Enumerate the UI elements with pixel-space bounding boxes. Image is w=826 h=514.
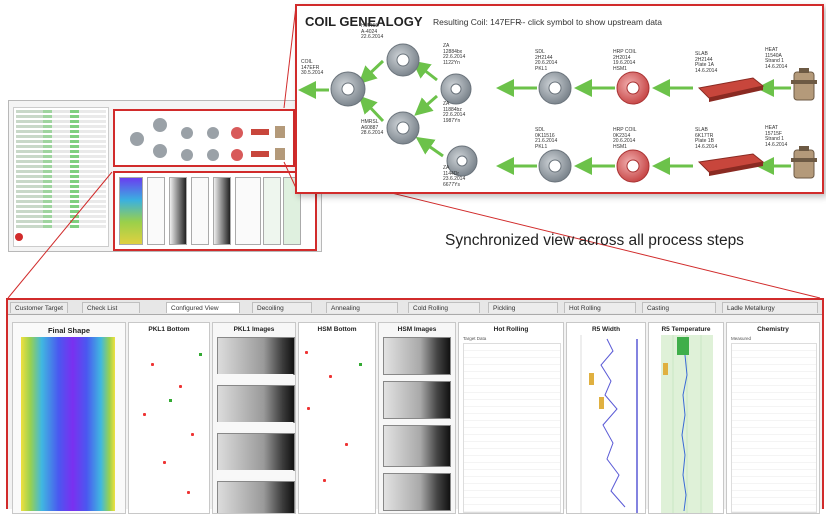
process-step-tabs: Customer Target Check List Configured Vi… (8, 300, 822, 315)
panel-title: HSM Images (397, 326, 437, 333)
hsm-images-panel: HSM Images (378, 322, 456, 514)
coil-icon[interactable] (385, 42, 421, 78)
defect-image[interactable] (383, 425, 451, 467)
coil-icon[interactable] (385, 110, 421, 146)
hot-coil-icon[interactable] (615, 70, 651, 106)
image-caption (217, 470, 293, 479)
overview-strip (169, 177, 187, 245)
tab-casting[interactable]: Casting (642, 302, 716, 313)
overview-genealogy-highlight[interactable] (113, 109, 295, 167)
tab-configured-view[interactable]: Configured View (166, 302, 240, 313)
hot-coil-icon[interactable] (615, 148, 651, 184)
coil-label: ZA 12884bx 22.6.2014 1122Yn (443, 43, 466, 66)
ladle-icon[interactable] (791, 146, 817, 182)
coil-label: HEAT 15715F Strand 1 14.6.2014 (765, 125, 788, 148)
panel-title: R5 Width (591, 326, 621, 333)
panel-subtitle: Target Data (463, 336, 487, 341)
image-caption (217, 422, 293, 431)
overview-views-highlight[interactable] (113, 171, 317, 251)
defect-image[interactable] (217, 481, 295, 513)
tab-customer-target[interactable]: Customer Target (10, 302, 68, 313)
overview-strip (213, 177, 231, 245)
defect-image[interactable] (383, 473, 451, 511)
overview-genealogy-thumbnail (130, 118, 285, 161)
panel-title: PKL1 Bottom (148, 326, 190, 333)
synchronized-view-panel: Customer Target Check List Configured Vi… (6, 298, 824, 514)
panel-title: HSM Bottom (317, 326, 357, 333)
coil-label: HMRSL A-4024 22.6.2014 (361, 23, 384, 41)
r5-width-panel: R5 Width (566, 322, 646, 514)
panel-title: Final Shape (47, 326, 91, 335)
overview-strip (147, 177, 165, 245)
defect-image[interactable] (217, 337, 295, 375)
tab-hot-rolling[interactable]: Hot Rolling (564, 302, 636, 313)
coil-label: SDL 0K11516 21.6.2014 PKL1 (535, 127, 558, 150)
defect-image[interactable] (383, 337, 451, 375)
coil-icon[interactable] (537, 148, 573, 184)
chemistry-table (731, 343, 817, 513)
coil-icon[interactable] (537, 70, 573, 106)
image-caption (217, 374, 293, 383)
chemistry-panel: Chemistry Measured (726, 322, 820, 514)
tab-check-list[interactable]: Check List (82, 302, 140, 313)
panel-title: PKL1 Images (233, 326, 275, 333)
logo-icon (15, 233, 23, 241)
tab-pickling[interactable]: Pickling (488, 302, 558, 313)
coil-label: ZA 11884bz 22.6.2014 1987Yn (443, 101, 466, 124)
slab-icon[interactable] (695, 74, 765, 102)
tab-annealing[interactable]: Annealing (326, 302, 398, 313)
tab-ladle-metallurgy[interactable]: Ladle Metallurgy (722, 302, 818, 313)
final-shape-panel: Final Shape (12, 322, 126, 514)
coil-label: HRP COIL 2H2014 19.6.2014 HSM1 (613, 49, 637, 72)
hot-rolling-panel: Hot Rolling Target Data (458, 322, 564, 514)
coil-label: SDL 2H2144 20.6.2014 PKL1 (535, 49, 558, 72)
overview-screenshot (8, 100, 322, 252)
panel-subtitle: Measured (731, 336, 752, 341)
tab-cold-rolling[interactable]: Cold Rolling (408, 302, 480, 313)
defect-image[interactable] (217, 433, 295, 471)
coil-genealogy-panel: COIL GENEALOGY Resulting Coil: 147EFR --… (295, 4, 824, 194)
panel-title: Chemistry (757, 326, 789, 333)
overview-strip (235, 177, 261, 245)
overview-shape-strip (119, 177, 143, 245)
coil-label: HRP COIL 0K2314 20.6.2014 HSM1 (613, 127, 637, 150)
coil-label: HMRSL A60887 28.6.2014 (361, 119, 384, 137)
defect-image[interactable] (217, 385, 295, 423)
r5-width-plot[interactable] (567, 335, 645, 513)
coil-label: COIL 147EFR 30.5.2014 (301, 59, 324, 77)
coil-icon[interactable] (329, 70, 367, 108)
overview-data-grid (13, 107, 109, 247)
coil-label: ZA 1144Dr 23.6.2014 6677Ys (443, 165, 466, 188)
ladle-icon[interactable] (791, 68, 817, 104)
pkl1-bottom-panel: PKL1 Bottom (128, 322, 210, 514)
panel-title: Hot Rolling (493, 326, 529, 333)
hot-rolling-table (463, 343, 561, 513)
overview-strip (191, 177, 209, 245)
slab-icon[interactable] (695, 152, 765, 180)
defect-image[interactable] (383, 381, 451, 419)
r5-temperature-panel: R5 Temperature (648, 322, 724, 514)
hsm-bottom-panel: HSM Bottom (298, 322, 376, 514)
shape-heatmap[interactable] (21, 337, 115, 511)
pkl1-images-panel: PKL1 Images (212, 322, 296, 514)
tab-decoiling[interactable]: Decoiling (252, 302, 312, 313)
coil-label: SLAB 6K17TR Plate 1B 14.6.2014 (695, 127, 718, 150)
overview-strip (263, 177, 281, 245)
r5-temperature-plot[interactable] (649, 335, 723, 513)
coil-label: HEAT 11540A Strand 1 14.6.2014 (765, 47, 788, 70)
caption-text: Synchronized view across all process ste… (445, 232, 744, 249)
panel-title: R5 Temperature (661, 326, 711, 333)
coil-label: SLAB 2H2144 Plate 1A 14.6.2014 (695, 51, 718, 74)
